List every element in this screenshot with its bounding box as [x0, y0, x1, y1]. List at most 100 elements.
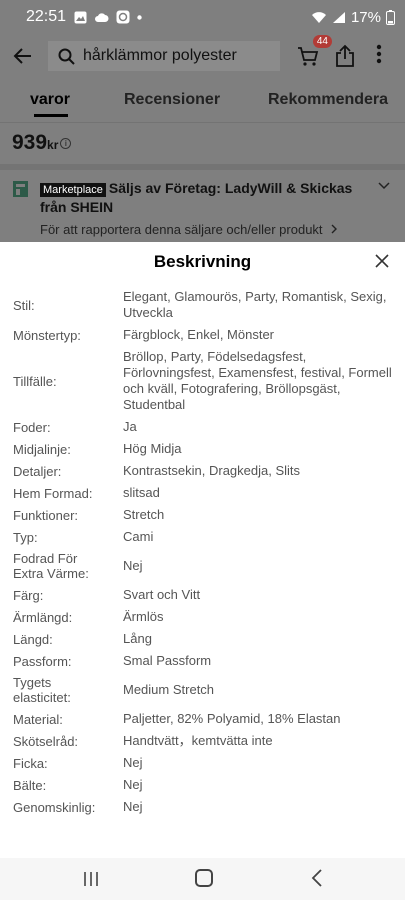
spec-label: Typ: [13, 529, 38, 545]
spec-value: Cami [123, 529, 154, 544]
marketplace-badge: Marketplace [40, 183, 106, 197]
spec-value: Stretch [123, 507, 165, 522]
spec-label: Ficka: [13, 755, 48, 771]
cart-button[interactable]: 44 [296, 35, 332, 68]
spec-row: Hem Formad: slitsad [0, 482, 405, 504]
spec-label: Tygets elasticitet: [13, 675, 71, 705]
report-link[interactable]: För att rapportera denna säljare och/ell… [40, 222, 338, 237]
spec-label: Mönstertyp: [13, 327, 81, 343]
spec-value: Ja [123, 419, 137, 434]
spec-label: Längd: [13, 631, 53, 647]
sheet-header: Beskrivning [0, 242, 405, 282]
spec-value: Lång [123, 631, 152, 646]
spec-value: Ärmlös [123, 609, 164, 624]
spec-value: Smal Passform [123, 653, 212, 668]
spec-list: Stil: Elegant, Glamourös, Party, Romantis… [0, 286, 405, 818]
search-query[interactable]: hårklämmor polyester [83, 47, 237, 65]
dot-icon [137, 14, 142, 20]
spec-row: Material: Paljetter, 82% Polyamid, 18% El… [0, 708, 405, 730]
spec-row: Genomskinlig: Nej [0, 796, 405, 818]
battery-icon [386, 9, 395, 25]
status-bar: 22:51 17% [0, 0, 405, 34]
spec-row: Detaljer: Kontrastsekin, Dragkedja, Slits [0, 460, 405, 482]
spec-row: Stil: Elegant, Glamourös, Party, Romantis… [0, 286, 405, 324]
close-icon[interactable] [374, 253, 390, 269]
spec-row: Funktioner: Stretch [0, 504, 405, 526]
spec-row: Foder: Ja [0, 416, 405, 438]
tab-recensioner[interactable]: Recensioner [124, 91, 220, 109]
signal-icon [332, 11, 345, 23]
status-time: 22:51 [26, 8, 67, 25]
wifi-icon [311, 11, 326, 23]
spec-label: Material: [13, 711, 63, 727]
spec-value: Nej [123, 777, 143, 792]
cart-count-badge: 44 [312, 35, 332, 48]
tab-varor[interactable]: varor [30, 91, 70, 117]
spec-row: Typ: Cami [0, 526, 405, 548]
battery-level: 17% [350, 8, 381, 26]
spec-value: Kontrastsekin, Dragkedja, Slits [123, 463, 301, 478]
spec-label: Foder: [13, 419, 51, 435]
spec-value: Elegant, Glamourös, Party, Romantisk, Se… [123, 289, 387, 320]
spec-row: Tygets elasticitet: Medium Stretch [0, 672, 405, 708]
recent-apps-icon[interactable] [82, 870, 100, 888]
info-icon[interactable]: i [60, 137, 72, 149]
price-currency: kr [47, 138, 59, 152]
spec-row: Ärmlängd: Ärmlös [0, 606, 405, 628]
spec-row: Passform: Smal Passform [0, 650, 405, 672]
spec-row: Midjalinje: Hög Midja [0, 438, 405, 460]
spec-label: Ärmlängd: [13, 609, 73, 625]
system-nav-bar [0, 858, 405, 900]
spec-row: Ficka: Nej [0, 752, 405, 774]
app-icon [116, 10, 130, 24]
spec-value: Bröllop, Party, Födelsedagsfest, Förlovn… [123, 349, 392, 412]
spec-label: Bälte: [13, 777, 47, 793]
spec-value: Färgblock, Enkel, Mönster [123, 327, 275, 342]
spec-row: Längd: Lång [0, 628, 405, 650]
spec-label: Skötselråd: [13, 733, 79, 749]
seller-info[interactable]: Marketplace Säljs av Företag: LadyWill & … [0, 164, 405, 242]
spec-row: Tillfälle: Bröllop, Party, Födelsedagsfes… [0, 346, 405, 416]
shop-icon [13, 181, 28, 197]
spec-value: Nej [123, 799, 143, 814]
spec-label: Funktioner: [13, 507, 79, 523]
chevron-right-icon [331, 224, 338, 234]
spec-row: Mönstertyp: Färgblock, Enkel, Mönster [0, 324, 405, 346]
spec-row: Färg: Svart och Vitt [0, 584, 405, 606]
spec-value: Paljetter, 82% Polyamid, 18% Elastan [123, 711, 341, 726]
spec-label: Fodrad För Extra Värme: [13, 551, 89, 581]
spec-value: Hög Midja [123, 441, 182, 456]
report-text: För att rapportera denna säljare och/ell… [40, 222, 323, 237]
chevron-down-icon[interactable] [378, 182, 390, 190]
spec-row: Fodrad För Extra Värme: Nej [0, 548, 405, 584]
notification-icons [74, 10, 142, 24]
app-bar: hårklämmor polyester 44 [0, 34, 405, 78]
share-button[interactable] [334, 44, 358, 68]
nav-back-icon[interactable] [310, 868, 324, 888]
seller-title: Marketplace Säljs av Företag: LadyWill & … [40, 180, 370, 216]
search-box[interactable]: hårklämmor polyester [48, 41, 280, 71]
spec-label: Midjalinje: [13, 441, 71, 457]
gallery-icon [74, 11, 87, 23]
description-sheet: Beskrivning Stil: Elegant, Glamourös, Par… [0, 242, 405, 858]
spec-row: Skötselråd: Handtvätt，kemtvätta inte [0, 730, 405, 752]
home-button[interactable] [195, 869, 213, 887]
product-tabs: varor Recensioner Rekommendera [0, 78, 405, 122]
spec-value: slitsad [123, 485, 160, 500]
spec-value: Medium Stretch [123, 682, 215, 697]
spec-label: Genomskinlig: [13, 799, 96, 815]
back-button[interactable] [0, 46, 46, 66]
price-value: 939 [12, 131, 48, 154]
cloud-icon [95, 12, 109, 22]
back-arrow-icon [13, 48, 31, 64]
price-section: 939kr i [0, 122, 405, 164]
more-options-button[interactable] [376, 44, 386, 68]
tab-rekommendera[interactable]: Rekommendera [268, 91, 388, 109]
spec-label: Passform: [13, 653, 72, 669]
sheet-title: Beskrivning [153, 252, 252, 271]
spec-value: Nej [123, 558, 143, 573]
spec-label: Hem Formad: [13, 485, 93, 501]
more-vertical-icon [376, 44, 382, 64]
spec-value: Handtvätt，kemtvätta inte [123, 733, 273, 748]
product-price: 939kr i [12, 131, 72, 155]
